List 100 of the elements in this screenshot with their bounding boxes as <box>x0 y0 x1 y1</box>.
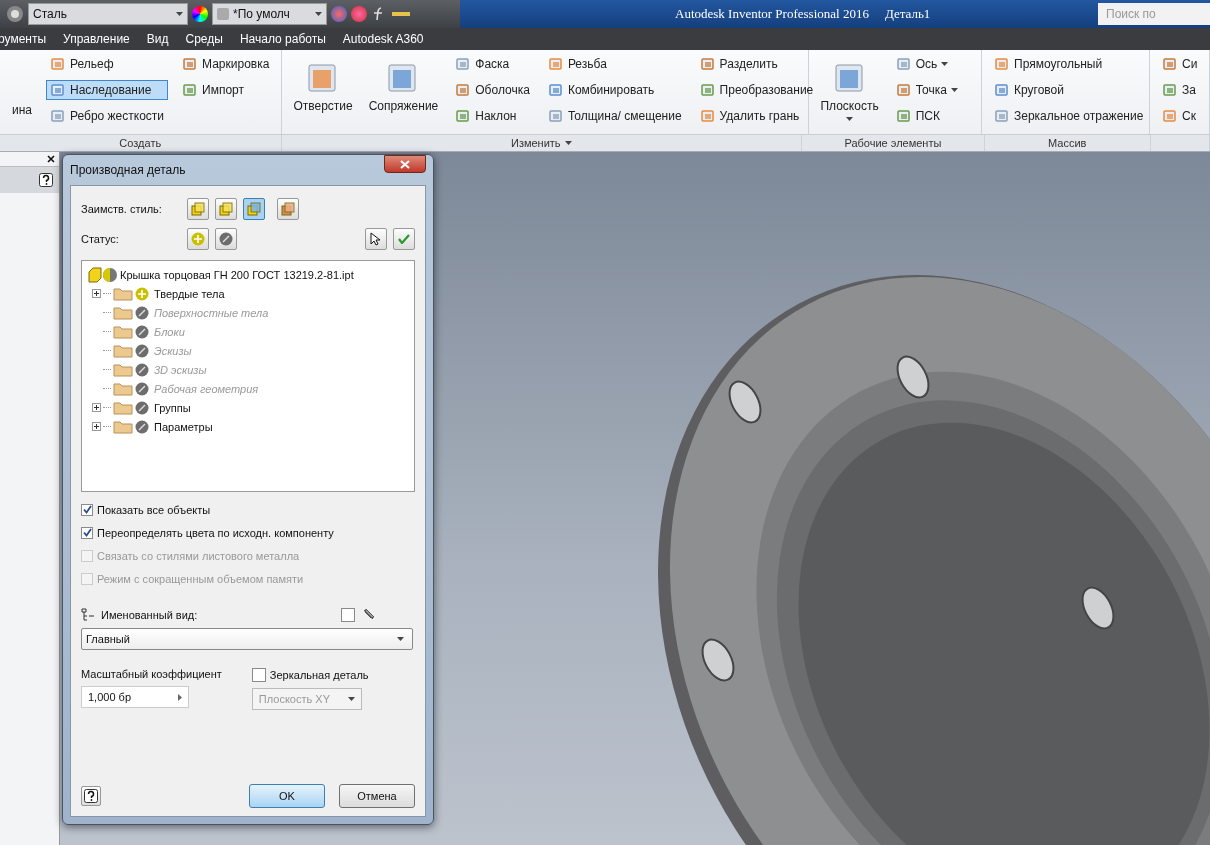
check-icon <box>398 234 410 244</box>
menu-tab[interactable]: Начало работы <box>239 32 326 46</box>
ribbon-button[interactable]: Ск <box>1158 106 1202 126</box>
tool-icon <box>1162 108 1178 124</box>
checkbox-label: Показать все объекты <box>97 503 211 516</box>
ribbon-button[interactable]: Резьба <box>543 54 686 74</box>
ribbon-button[interactable]: Преобразование <box>695 80 818 100</box>
caret-icon <box>941 62 949 66</box>
caret-icon <box>397 637 404 641</box>
cancel-button[interactable]: Отмена <box>339 784 415 808</box>
checkbox-label: Режим с сокращенным объемом памяти <box>97 572 304 585</box>
tool-icon <box>895 56 912 72</box>
panel-label: Массив <box>1048 137 1087 149</box>
tool-icon <box>455 56 472 72</box>
app-title: Autodesk Inventor Professional 2016 <box>675 6 869 22</box>
checkbox[interactable] <box>81 526 93 539</box>
close-icon[interactable] <box>47 155 55 163</box>
expand-icon[interactable] <box>92 403 101 412</box>
ribbon-button[interactable]: Прямоугольный <box>990 54 1148 74</box>
color-wheel-icon[interactable] <box>192 6 208 22</box>
ribbon-button[interactable]: За <box>1158 80 1202 100</box>
apply-button[interactable] <box>393 228 415 250</box>
caret-icon <box>564 141 572 145</box>
ribbon-button[interactable]: ПСК <box>891 106 962 126</box>
ribbon-button[interactable]: Плоскость <box>817 54 882 128</box>
caret-icon <box>315 12 322 16</box>
menu-tab[interactable]: Autodesk A360 <box>342 32 424 46</box>
checkbox-label: Связать со стилями листового металла <box>97 549 300 562</box>
cursor-icon <box>370 232 382 246</box>
tree-item[interactable]: Крышка торцовая ГН 200 ГОСТ 13219.2-81.ipt <box>120 268 354 281</box>
style-button[interactable] <box>187 198 209 220</box>
folder-icon <box>113 362 133 377</box>
field-label: Заимств. стиль: <box>81 203 163 215</box>
tool-icon <box>50 82 66 98</box>
style-button[interactable] <box>277 198 299 220</box>
ribbon-button[interactable]: Удалить грань <box>695 106 818 126</box>
appearance-dropdown[interactable]: *По умолч <box>212 3 327 25</box>
ribbon-button[interactable]: Отверстие <box>290 54 356 120</box>
ok-button[interactable]: OK <box>249 784 325 808</box>
tool-icon <box>455 108 472 124</box>
tree-item[interactable]: Твердые тела <box>154 287 225 300</box>
app-menu-icon[interactable] <box>6 5 24 23</box>
folder-icon <box>113 400 133 415</box>
panel-label: Рабочие элементы <box>844 137 942 149</box>
panel-label[interactable]: Изменить <box>510 137 561 149</box>
tree-item[interactable]: Параметры <box>154 420 213 433</box>
style-button[interactable] <box>215 198 237 220</box>
ribbon-button[interactable]: Маркировка <box>178 54 274 74</box>
expand-icon[interactable] <box>92 289 101 298</box>
appearance-icon[interactable] <box>351 6 367 22</box>
menu-tab[interactable]: Вид <box>146 32 169 46</box>
select-button[interactable] <box>365 228 387 250</box>
tool-icon <box>994 56 1010 72</box>
ribbon-button[interactable]: Точка <box>891 80 962 100</box>
include-button[interactable] <box>187 228 209 250</box>
spin-arrow-icon[interactable] <box>178 693 182 701</box>
menu-tab[interactable]: Управление <box>63 32 130 46</box>
ribbon-button[interactable]: Си <box>1158 54 1202 74</box>
ribbon-button[interactable]: Рельеф <box>46 54 169 74</box>
named-view-dropdown[interactable]: Главный <box>81 628 413 650</box>
folder-icon <box>113 381 133 396</box>
checkbox[interactable] <box>81 503 93 516</box>
checkbox[interactable] <box>341 608 355 622</box>
material-dropdown[interactable]: Сталь <box>28 3 188 25</box>
field-label: Статус: <box>81 233 120 245</box>
ribbon-button[interactable]: Ребро жесткости <box>46 106 169 126</box>
close-button[interactable] <box>384 155 426 173</box>
menu-tab[interactable]: Среды <box>185 32 223 46</box>
ribbon-button[interactable]: Наследование <box>46 80 169 100</box>
include-status-icon <box>191 232 205 246</box>
field-label: Масштабный коэффициент <box>81 668 222 680</box>
ribbon-button[interactable]: Сопряжение <box>365 54 442 120</box>
ribbon-button[interactable]: Наклон <box>451 106 534 126</box>
caret-icon <box>950 88 958 92</box>
ribbon-button[interactable]: Круговой <box>990 80 1148 100</box>
folder-icon <box>113 305 133 320</box>
ribbon-button[interactable]: Зеркальное отражение <box>990 106 1148 126</box>
ribbon-button[interactable]: Разделить <box>695 54 818 74</box>
tool-icon <box>1162 56 1178 72</box>
ribbon-button[interactable]: Фаска <box>451 54 534 74</box>
exclude-button[interactable] <box>215 228 237 250</box>
tool-icon <box>699 108 716 124</box>
scale-input[interactable]: 1,000 бр <box>81 686 189 708</box>
tool-icon <box>895 108 912 124</box>
ribbon-button[interactable]: Оболочка <box>451 80 534 100</box>
expand-icon[interactable] <box>92 422 101 431</box>
style-button[interactable] <box>243 198 265 220</box>
ribbon-button[interactable]: Толщина/ смещение <box>543 106 686 126</box>
appearance-icon[interactable] <box>331 6 347 22</box>
tool-icon <box>895 82 912 98</box>
tool-icon <box>547 82 564 98</box>
ribbon-button[interactable]: Импорт <box>178 80 274 100</box>
ribbon-button[interactable]: Комбинировать <box>543 80 686 100</box>
field-label: Именованный вид: <box>101 609 198 621</box>
ribbon-button[interactable]: Ось <box>891 54 962 74</box>
ribbon-button[interactable]: ина <box>8 100 36 120</box>
help-icon[interactable] <box>39 173 53 187</box>
tool-icon <box>182 56 199 72</box>
pin-icon[interactable] <box>361 608 375 622</box>
tree-item[interactable]: Группы <box>154 401 191 414</box>
